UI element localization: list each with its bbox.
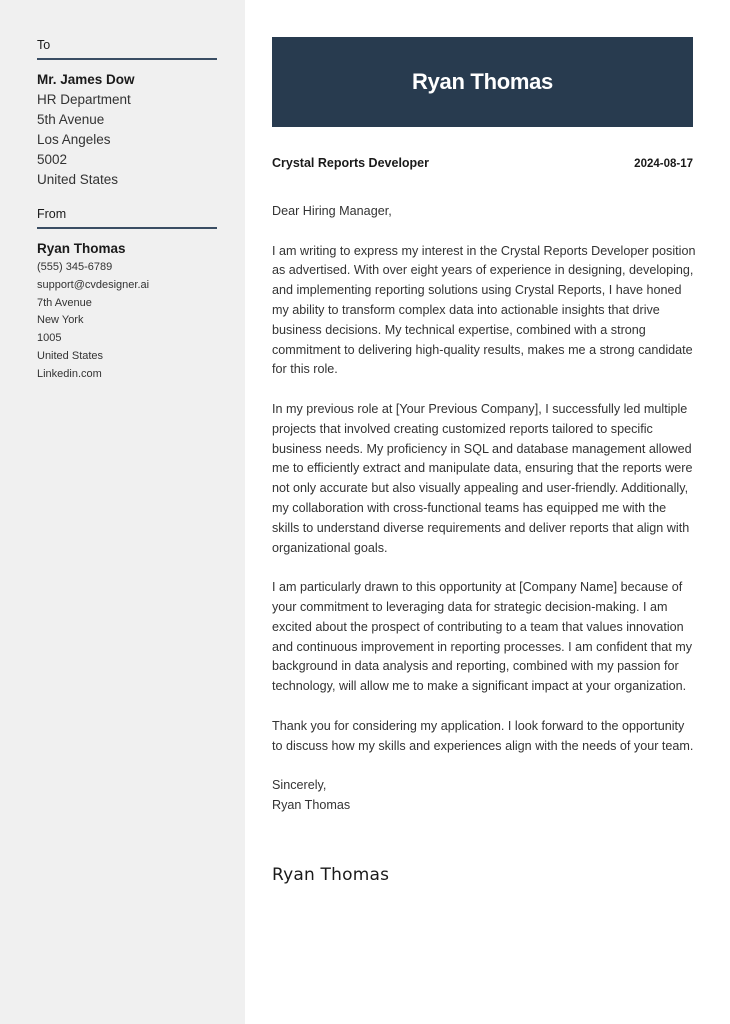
recipient-postal-code: 5002: [37, 152, 68, 167]
recipient-country: United States: [37, 172, 119, 187]
body-paragraph: In my previous role at [Your Previous Co…: [272, 401, 693, 555]
sender-section: From Ryan Thomas (555) 345-6789 support@…: [37, 207, 217, 384]
sender-phone: (555) 345-6789: [37, 261, 113, 273]
sender-street: 7th Avenue: [37, 296, 92, 309]
sender-country: United States: [37, 349, 104, 362]
sidebar: To Mr. James Dow HR Department 5th Avenu…: [0, 0, 245, 1024]
recipient-name: Mr. James Dow: [37, 72, 135, 87]
body-paragraph: I am particularly drawn to this opportun…: [272, 580, 693, 694]
letter-date: 2024-08-17: [634, 158, 693, 170]
sender-heading: From: [37, 207, 217, 229]
applicant-name: Ryan Thomas: [412, 69, 553, 94]
recipient-street: 5th Avenue: [37, 112, 105, 127]
signature: Ryan Thomas: [272, 865, 390, 885]
sender-postal-code: 1005: [37, 332, 62, 345]
body-paragraph: Thank you for considering my application…: [272, 718, 694, 753]
greeting: Dear Hiring Manager,: [272, 204, 392, 218]
recipient-city: Los Angeles: [37, 132, 111, 147]
sender-city: New York: [37, 314, 84, 327]
job-title: Crystal Reports Developer: [272, 156, 430, 170]
recipient-heading: To: [37, 38, 217, 60]
name-header-banner: Ryan Thomas: [272, 37, 693, 127]
sender-name: Ryan Thomas: [37, 241, 126, 256]
letter-body: Dear Hiring Manager, I am writing to exp…: [272, 202, 696, 816]
recipient-section: To Mr. James Dow HR Department 5th Avenu…: [37, 38, 217, 190]
closing-name: Ryan Thomas: [272, 797, 351, 812]
recipient-department: HR Department: [37, 92, 131, 107]
sender-email: support@cvdesigner.ai: [37, 278, 150, 291]
letter-meta: Crystal Reports Developer 2024-08-17: [272, 156, 693, 170]
closing: Sincerely,: [272, 778, 327, 793]
body-paragraph: I am writing to express my interest in t…: [272, 243, 696, 377]
sender-linkedin: Linkedin.com: [37, 367, 102, 380]
